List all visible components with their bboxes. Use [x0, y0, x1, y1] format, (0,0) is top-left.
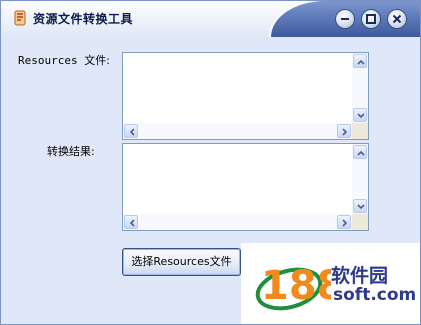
- chevron-right-icon: [342, 219, 348, 227]
- scrollbar-corner: [352, 123, 368, 139]
- result-textarea[interactable]: [122, 143, 369, 231]
- chevron-right-icon: [342, 128, 348, 136]
- watermark-number: 188: [261, 263, 331, 309]
- watermark-site-text: soft.com: [333, 285, 417, 305]
- app-window: 资源文件转换工具 Resources 文件: 转换结果: 选择Resources…: [0, 0, 421, 325]
- select-resources-file-button[interactable]: 选择Resources文件: [122, 248, 241, 276]
- watermark-logo: 188 软件园 soft.com: [241, 243, 420, 324]
- scroll-down-button[interactable]: [353, 199, 367, 213]
- maximize-icon: [366, 14, 376, 24]
- minimize-icon: [341, 18, 349, 20]
- chevron-up-icon: [357, 150, 365, 156]
- chevron-left-icon: [129, 128, 135, 136]
- scroll-down-button[interactable]: [353, 108, 367, 122]
- resources-file-label: Resources 文件:: [18, 52, 110, 68]
- chevron-down-icon: [357, 204, 365, 210]
- chevron-down-icon: [357, 113, 365, 119]
- horizontal-scrollbar[interactable]: [123, 214, 352, 230]
- scroll-left-button[interactable]: [124, 215, 138, 229]
- minimize-button[interactable]: [335, 9, 355, 29]
- chevron-left-icon: [129, 219, 135, 227]
- result-label: 转换结果:: [47, 145, 95, 158]
- close-icon: [392, 14, 402, 24]
- scroll-right-button[interactable]: [337, 124, 351, 138]
- watermark-brand-text: 软件园: [331, 265, 389, 287]
- scroll-left-button[interactable]: [124, 124, 138, 138]
- resources-file-textarea[interactable]: [122, 52, 369, 140]
- close-button[interactable]: [387, 9, 407, 29]
- vertical-scrollbar[interactable]: [352, 144, 368, 214]
- title-bar[interactable]: 资源文件转换工具: [1, 1, 420, 37]
- maximize-button[interactable]: [361, 9, 381, 29]
- resources-label-suffix: 文件:: [84, 54, 110, 67]
- chevron-up-icon: [357, 59, 365, 65]
- scroll-right-button[interactable]: [337, 215, 351, 229]
- app-icon: [14, 10, 26, 26]
- window-title: 资源文件转换工具: [33, 12, 134, 26]
- resources-label-prefix: Resources: [18, 54, 85, 67]
- scroll-up-button[interactable]: [353, 145, 367, 159]
- watermark-188-logo: 188: [255, 263, 331, 311]
- horizontal-scrollbar[interactable]: [123, 123, 352, 139]
- scroll-up-button[interactable]: [353, 54, 367, 68]
- scrollbar-corner: [352, 214, 368, 230]
- vertical-scrollbar[interactable]: [352, 53, 368, 123]
